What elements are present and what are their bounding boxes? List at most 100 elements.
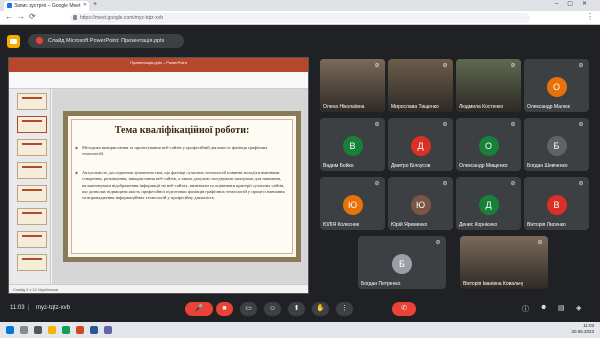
powerpoint-icon[interactable] — [76, 326, 84, 334]
navigation-buttons[interactable]: ←→⟳ — [5, 12, 40, 21]
windows-taskbar: 11:03 20.06.2023 — [0, 322, 600, 338]
browser-menu-icon[interactable]: ⋮ — [586, 12, 594, 21]
teams-icon[interactable] — [104, 326, 112, 334]
leave-call-icon: ✆ — [401, 305, 407, 312]
slide-frame: Тема кваліфікаційної роботи: Методика ви… — [71, 119, 293, 254]
system-date: 20.06.2023 — [571, 329, 594, 334]
presentation-chip[interactable]: Слайд Microsoft PowerPoint: Презентація.… — [28, 34, 184, 48]
participant-tile[interactable]: В ⊘ Вадим Бойко — [320, 118, 385, 171]
browser-tab-bar: Запис зустрічі – Google Meet ✕ + –▢✕ — [0, 0, 600, 11]
participant-tile[interactable]: О ⊘ Олександр Малюк — [524, 59, 589, 112]
slide-thumbnail — [17, 139, 47, 156]
close-tab-icon[interactable]: ✕ — [83, 2, 87, 8]
participant-name: Мирослава Тищенко — [391, 104, 439, 110]
muted-icon: ⊘ — [374, 63, 380, 69]
slide-thumbnail — [17, 116, 47, 133]
slide-bullet: Актуальність дослідження зумовлена тим, … — [75, 170, 288, 201]
participant-tile[interactable]: Ю ⊘ ЮЛІЯ Колесник — [320, 177, 385, 230]
current-slide: Тема кваліфікаційної роботи: Методика ви… — [63, 111, 301, 262]
muted-icon: ⊘ — [510, 122, 516, 128]
participant-name: Богдан Шевченко — [527, 163, 568, 169]
muted-icon: ⊘ — [510, 63, 516, 69]
participant-tile[interactable]: ⊘ Мирослава Тищенко — [388, 59, 453, 112]
search-icon[interactable] — [20, 326, 28, 334]
muted-icon: ⊘ — [442, 122, 448, 128]
muted-icon: ⊘ — [442, 63, 448, 69]
participant-tile[interactable]: Б ⊘ Богдан Шевченко — [524, 118, 589, 171]
browser-toolbar: ←→⟳ https://meet.google.com/myz-tqtz-xvb… — [0, 11, 600, 25]
participant-name: Людмила Костенко — [459, 104, 504, 110]
shared-screen: Презентація.pptx – PowerPoint Тема квалі… — [8, 57, 309, 294]
participant-avatar: Б — [392, 254, 412, 274]
muted-icon: ⊘ — [435, 240, 441, 246]
task-view-icon[interactable] — [34, 326, 42, 334]
slide-thumbnail — [17, 208, 47, 225]
emoji-icon: ☺ — [268, 305, 277, 312]
leave-call-button[interactable]: ✆ — [392, 302, 416, 316]
participant-tile[interactable]: ⊘ Олена Ніколаївна — [320, 59, 385, 112]
info-icon[interactable]: ⓘ — [522, 304, 529, 314]
presentation-label: Слайд Microsoft PowerPoint: Презентація.… — [48, 38, 165, 44]
muted-icon: ⊘ — [510, 181, 516, 187]
ppt-status-bar: Слайд 2 з 12 Українська — [9, 284, 308, 293]
muted-icon: ⊘ — [578, 63, 584, 69]
meet-favicon-icon — [7, 3, 12, 8]
slide-thumbnails — [9, 89, 51, 284]
raise-hand-button[interactable]: ✋ — [312, 302, 329, 316]
ppt-title-bar: Презентація.pptx – PowerPoint — [9, 58, 308, 66]
chrome-icon[interactable] — [62, 326, 70, 334]
file-explorer-icon[interactable] — [48, 326, 56, 334]
mic-toggle-button[interactable]: 🎤 — [185, 302, 213, 316]
activities-icon[interactable]: ◈ — [576, 304, 581, 312]
participant-tile[interactable]: ⊘ Людмила Костенко — [456, 59, 521, 112]
captions-button[interactable]: ▭ — [240, 302, 257, 316]
participant-tile[interactable]: ⊘ Вікторія Іванівна Ковальчук — [460, 236, 548, 289]
more-options-button[interactable]: ⋮ — [336, 302, 353, 316]
mic-off-icon: 🎤 — [194, 305, 204, 312]
participant-name: Олена Ніколаївна — [323, 104, 365, 110]
participant-name: Богдан Петренко — [361, 281, 401, 287]
participant-avatar: О — [478, 136, 499, 156]
people-icon[interactable]: ☻ — [540, 304, 547, 311]
slide-thumbnail — [17, 231, 47, 248]
participant-avatar: Ю — [410, 195, 431, 215]
browser-tab[interactable]: Запис зустрічі – Google Meet ✕ — [4, 1, 89, 11]
chat-icon[interactable]: ▤ — [558, 304, 565, 312]
address-bar[interactable]: https://meet.google.com/myz-tqtz-xvb — [70, 13, 530, 23]
url-text: https://meet.google.com/myz-tqtz-xvb — [80, 15, 164, 21]
slide-thumbnail — [17, 185, 47, 202]
hand-icon: ✋ — [316, 305, 325, 312]
muted-icon: ⊘ — [578, 181, 584, 187]
camera-toggle-button[interactable]: ■ — [216, 302, 233, 316]
new-tab-button[interactable]: + — [93, 1, 97, 8]
participant-name: Олександр Малюк — [527, 104, 570, 110]
word-icon[interactable] — [90, 326, 98, 334]
muted-icon: ⊘ — [374, 122, 380, 128]
muted-icon: ⊘ — [442, 181, 448, 187]
participant-name: ЮЛІЯ Колесник — [323, 222, 360, 228]
participant-tile[interactable]: Ю ⊘ Юрій Яременко — [388, 177, 453, 230]
participant-avatar: Ю — [342, 195, 363, 215]
slide-canvas: Тема кваліфікаційної роботи: Методика ви… — [52, 89, 308, 284]
tab-title: Запис зустрічі – Google Meet — [14, 3, 81, 9]
participant-tile[interactable]: О ⊘ Олександр Мищенко — [456, 118, 521, 171]
participant-avatar: Д — [478, 195, 499, 215]
participant-name: Юрій Яременко — [391, 222, 428, 228]
windows-start-icon[interactable] — [6, 326, 14, 334]
muted-icon: ⊘ — [537, 240, 543, 246]
participant-tile[interactable]: Б ⊘ Богдан Петренко — [358, 236, 446, 289]
present-button[interactable]: ⬆ — [288, 302, 305, 316]
participant-tile[interactable]: Д ⊘ Дмитро Білоусов — [388, 118, 453, 171]
window-controls[interactable]: –▢✕ — [555, 0, 596, 7]
participant-tile[interactable]: В ⊘ Вікторія Лисенко — [524, 177, 589, 230]
slide-title: Тема кваліфікаційної роботи: — [114, 125, 250, 136]
participant-tile[interactable]: Д ⊘ Денис Корнієнко — [456, 177, 521, 230]
system-clock: 11:03 20.06.2023 — [571, 323, 594, 335]
meeting-code: myz-tqtz-xvb — [36, 305, 71, 311]
emoji-button[interactable]: ☺ — [264, 302, 281, 316]
participant-avatar: О — [546, 77, 567, 97]
meeting-clock: 11:03 — [10, 305, 25, 311]
slide-thumbnail — [17, 93, 47, 110]
muted-icon: ⊘ — [578, 122, 584, 128]
participant-name: Олександр Мищенко — [459, 163, 508, 169]
